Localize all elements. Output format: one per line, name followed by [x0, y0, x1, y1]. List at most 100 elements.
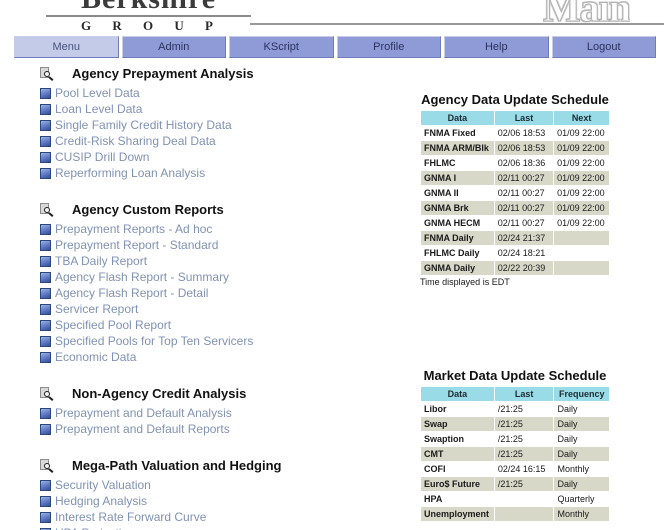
menu-section-spacer	[40, 183, 410, 200]
menu-link-label: Agency Flash Report - Detail	[55, 285, 209, 300]
table-row: GNMA Daily 02/22 20:39	[420, 260, 610, 276]
magnifier-icon	[40, 386, 54, 401]
table-cell: HPA	[420, 491, 495, 507]
menu-link[interactable]: Reperforming Loan Analysis	[40, 165, 410, 181]
nav-button-admin[interactable]: Admin	[121, 36, 226, 58]
magnifier-icon	[40, 202, 54, 217]
agency-schedule-footnote: Time displayed is EDT	[420, 277, 510, 287]
table-cell: Monthly	[553, 461, 610, 477]
table-row: Euro$ Future/21:25 Daily	[420, 476, 610, 492]
menu-link[interactable]: HPA Projections	[40, 525, 410, 530]
table-cell: GNMA Brk	[420, 200, 495, 216]
menu-link[interactable]: Agency Flash Report - Detail	[40, 285, 410, 301]
menu-link-label: Prepayment and Default Reports	[55, 421, 230, 436]
menu-link[interactable]: Pool Level Data	[40, 85, 410, 101]
page-title: Main	[542, 0, 630, 28]
menu-link-label: Prepayment and Default Analysis	[55, 405, 232, 420]
menu-link-label: Pool Level Data	[55, 85, 140, 100]
nav-button-profile[interactable]: Profile	[336, 36, 441, 58]
bullet-square-icon	[40, 303, 51, 315]
menu-link[interactable]: Single Family Credit History Data	[40, 117, 410, 133]
menu-link-label: Specified Pool Report	[55, 317, 172, 332]
menu-link[interactable]: Economic Data	[40, 349, 410, 365]
table-cell: 02/24 18:21	[493, 245, 555, 261]
nav-button-kscript[interactable]: KScript	[229, 36, 334, 58]
nav-button-logout[interactable]: Logout	[551, 36, 656, 58]
bullet-square-icon	[40, 135, 51, 147]
menu-link[interactable]: CUSIP Drill Down	[40, 149, 410, 165]
menu-section-title: Non-Agency Credit Analysis	[72, 386, 247, 401]
menu-link-label: Credit-Risk Sharing Deal Data	[55, 133, 216, 148]
menu-section-header: Agency Custom Reports	[40, 200, 410, 219]
menu-link-label: Economic Data	[55, 349, 137, 364]
magnifier-icon	[40, 66, 54, 81]
menu-link[interactable]: Interest Rate Forward Curve	[40, 509, 410, 525]
bullet-square-icon	[40, 119, 51, 131]
bullet-square-icon	[40, 103, 51, 115]
table-cell: Daily	[553, 431, 610, 447]
table-row: FHLMC Daily 02/24 18:21	[420, 245, 610, 261]
menu-link[interactable]: Loan Level Data	[40, 101, 410, 117]
menu-link-label: Hedging Analysis	[55, 493, 148, 508]
table-cell: FNMA Daily	[420, 230, 495, 246]
table-cell: 02/11 00:27	[493, 170, 555, 186]
table-cell: GNMA HECM	[420, 215, 495, 231]
bullet-square-icon	[40, 351, 51, 363]
menu-link[interactable]: Agency Flash Report - Summary	[40, 269, 410, 285]
table-cell: 01/09 22:00	[553, 200, 610, 216]
menu-link[interactable]: Prepayment Reports - Ad hoc	[40, 221, 410, 237]
table-cell: Swap	[420, 416, 495, 432]
menu-link-label: HPA Projections	[55, 526, 141, 530]
table-cell: Swaption	[420, 431, 495, 447]
nav-button-menu[interactable]: Menu	[14, 36, 119, 58]
table-cell: FNMA Fixed	[420, 125, 495, 141]
table-cell: 02/22 20:39	[493, 260, 555, 276]
column-header: Next	[553, 110, 610, 126]
menu-column: Agency Prepayment Analysis Pool Level Dat…	[40, 64, 410, 530]
menu-link[interactable]: Specified Pools for Top Ten Servicers	[40, 333, 410, 349]
bullet-square-icon	[40, 87, 51, 99]
menu-link[interactable]: Servicer Report	[40, 301, 410, 317]
bullet-square-icon	[40, 319, 51, 331]
table-cell: 02/06 18:53	[493, 140, 555, 156]
menu-link-label: Single Family Credit History Data	[55, 117, 232, 132]
table-cell: 02/24 16:15	[493, 461, 555, 477]
table-cell: /21:25	[493, 416, 555, 432]
menu-link[interactable]: Prepayment Report - Standard	[40, 237, 410, 253]
menu-link[interactable]: Specified Pool Report	[40, 317, 410, 333]
table-row: CMT/21:25 Daily	[420, 446, 610, 462]
menu-link-label: TBA Daily Report	[55, 253, 148, 268]
magnifier-icon	[40, 458, 54, 473]
menu-link-label: Agency Flash Report - Summary	[55, 269, 230, 284]
menu-link[interactable]: TBA Daily Report	[40, 253, 410, 269]
menu-section: Mega-Path Valuation and Hedging Security …	[40, 456, 410, 530]
menu-link[interactable]: Security Valuation	[40, 477, 410, 493]
table-row: GNMA II 02/11 00:27 01/09 22:00	[420, 185, 610, 201]
menu-link[interactable]: Prepayment and Default Analysis	[40, 405, 410, 421]
menu-link-label: Prepayment Reports - Ad hoc	[55, 221, 213, 236]
table-cell: /21:25	[493, 476, 555, 492]
menu-section-title: Agency Custom Reports	[72, 202, 224, 217]
column-header: Frequency	[553, 386, 610, 402]
menu-link[interactable]: Hedging Analysis	[40, 493, 410, 509]
table-row: FHLMC 02/06 18:36 01/09 22:00	[420, 155, 610, 171]
bullet-square-icon	[40, 151, 51, 163]
table-cell: GNMA Daily	[420, 260, 495, 276]
table-cell: Daily	[553, 476, 610, 492]
table-cell: 01/09 22:00	[553, 155, 610, 171]
nav-button-help[interactable]: Help	[444, 36, 549, 58]
menu-link[interactable]: Prepayment and Default Reports	[40, 421, 410, 437]
menu-section: Agency Prepayment Analysis Pool Level Dat…	[40, 64, 410, 181]
brand-name: Berkshire	[46, 0, 251, 14]
bullet-square-icon	[40, 511, 51, 523]
menu-link[interactable]: Credit-Risk Sharing Deal Data	[40, 133, 410, 149]
table-cell: COFI	[420, 461, 495, 477]
table-cell: 01/09 22:00	[553, 125, 610, 141]
table-cell: 01/09 22:00	[553, 140, 610, 156]
brand-rule	[46, 15, 251, 17]
brand-subtitle: G R O U P	[81, 18, 222, 33]
agency-schedule-title: Agency Data Update Schedule	[421, 92, 609, 107]
menu-link-label: Loan Level Data	[55, 101, 143, 116]
agency-schedule-table: Data Last Next FNMA Fixed 02/06 18:53 01/09 2…	[420, 110, 610, 276]
table-cell: Daily	[553, 401, 610, 417]
